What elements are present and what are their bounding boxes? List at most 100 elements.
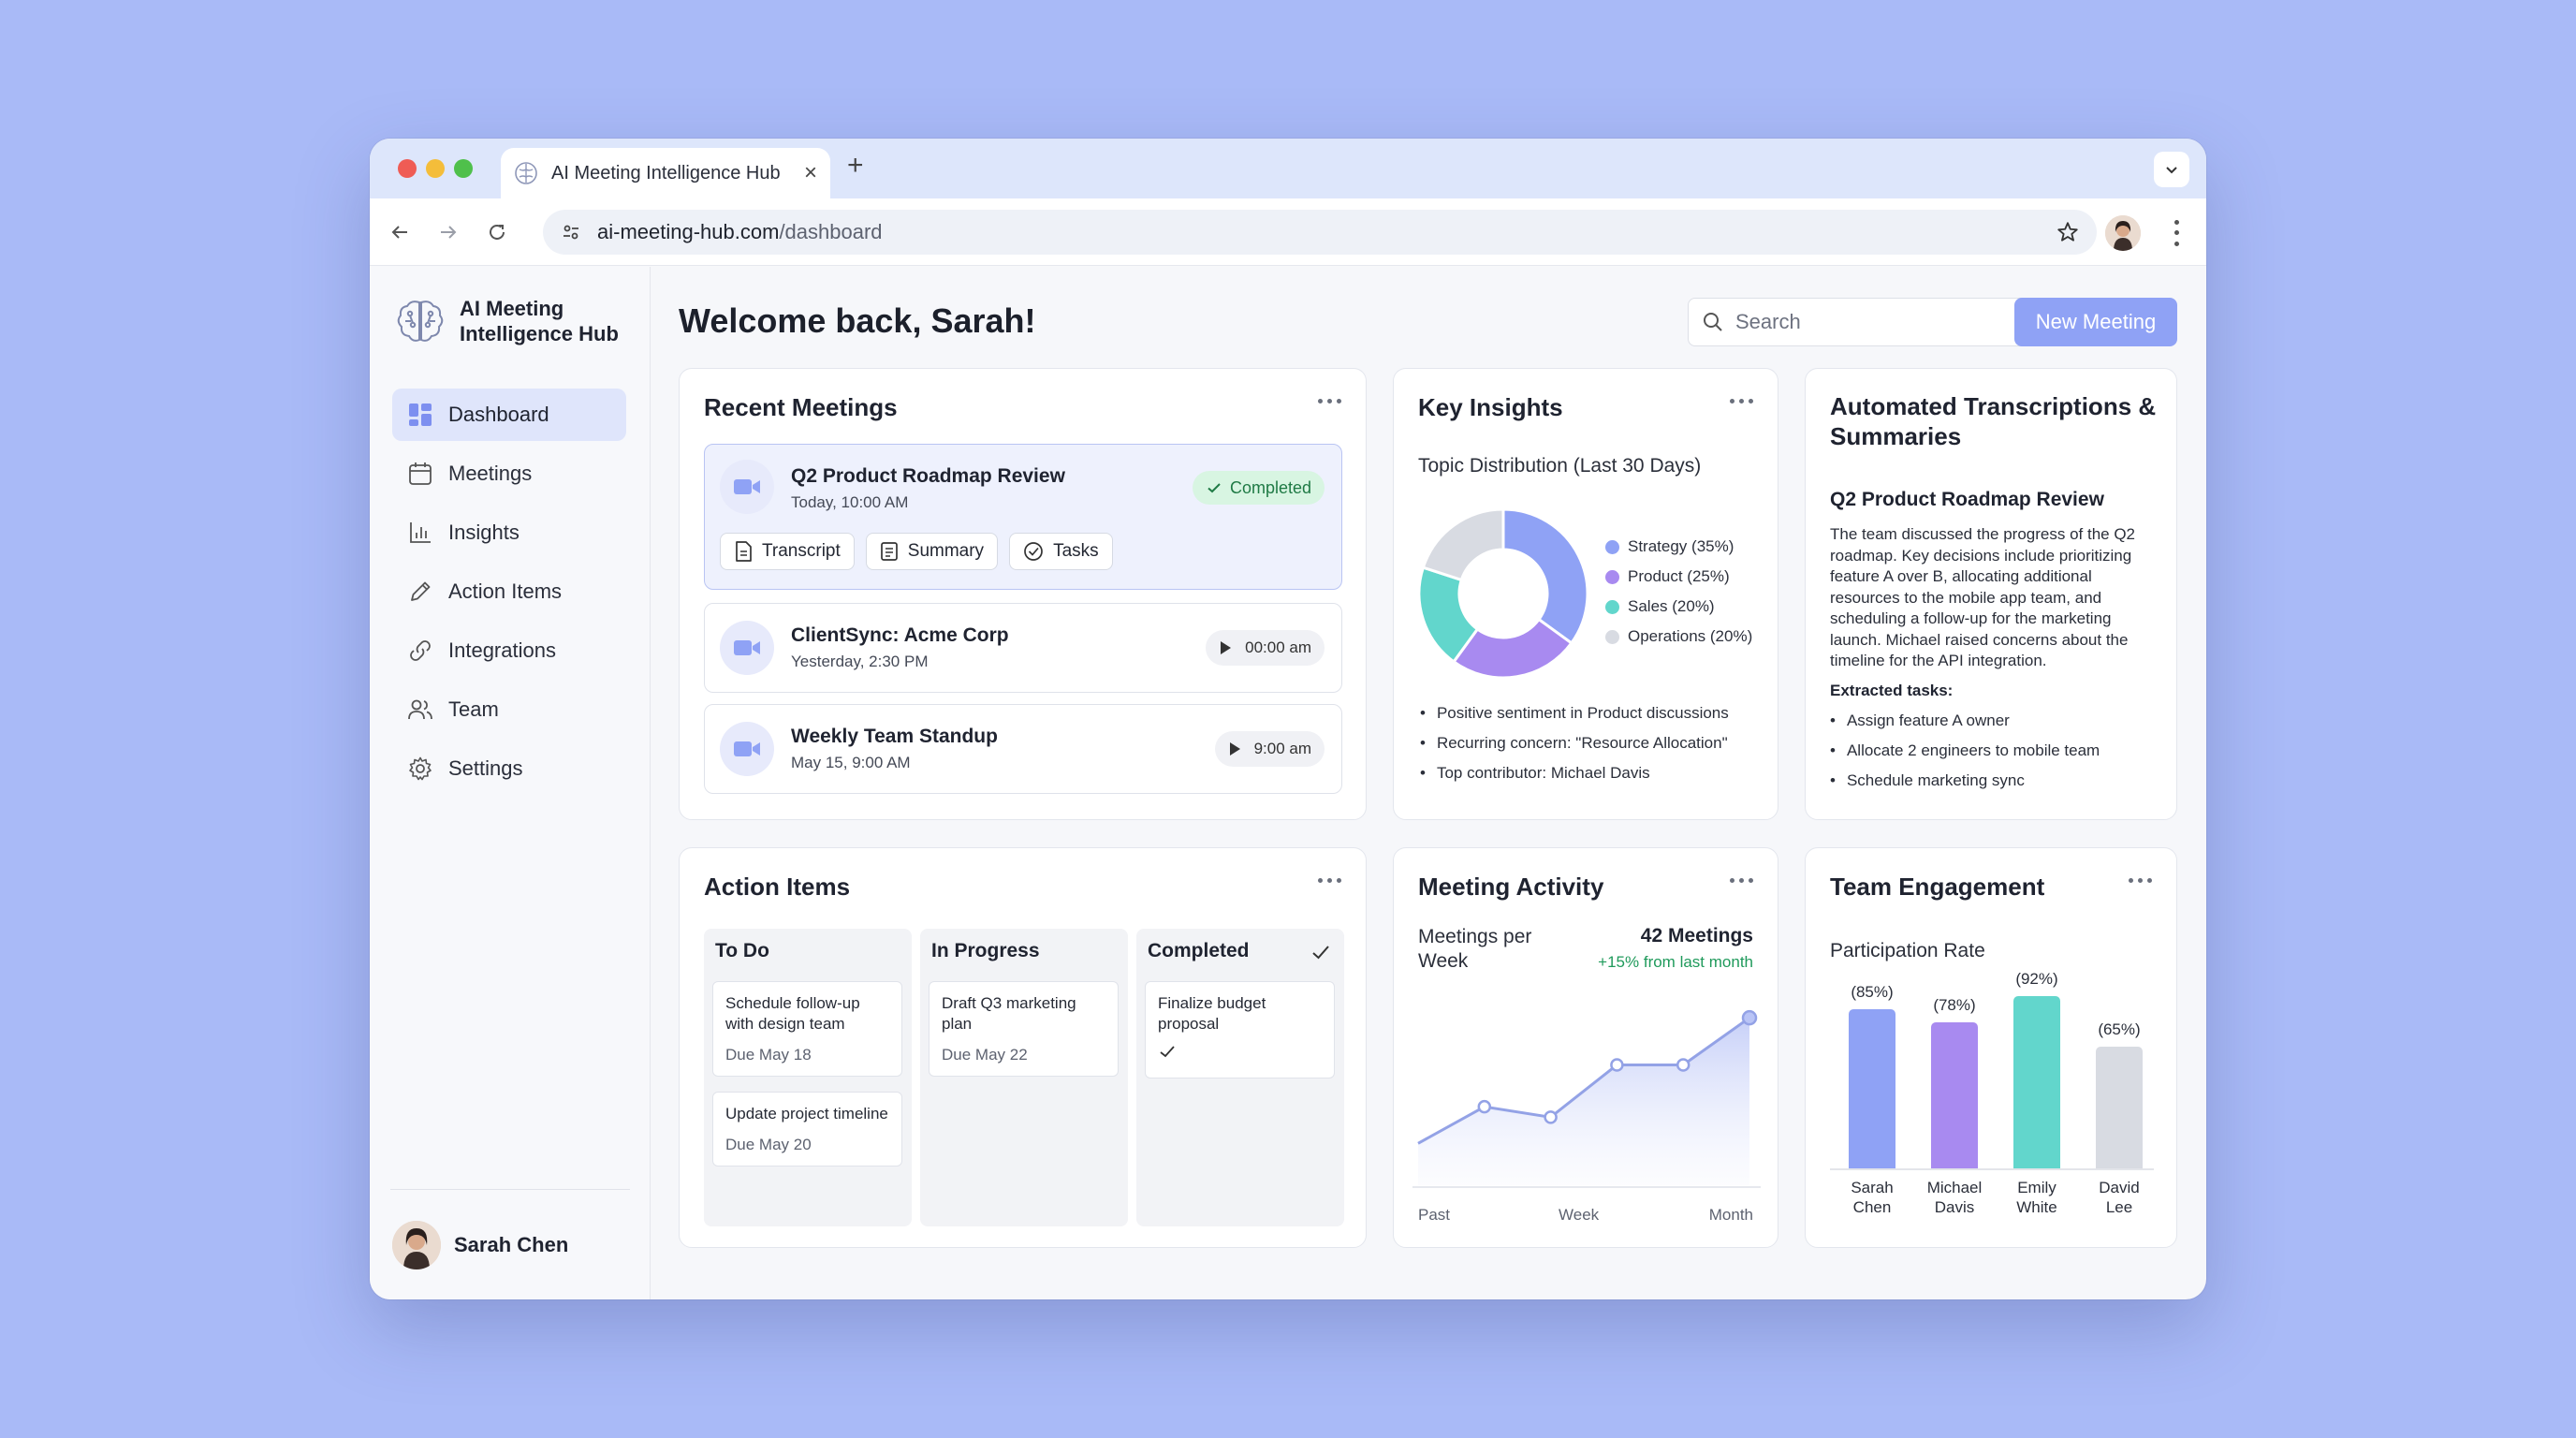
task-card[interactable]: Update project timeline Due May 20 — [712, 1092, 902, 1167]
sidebar-nav: Dashboard Meetings Insights Action Items… — [392, 389, 626, 801]
tasks-button[interactable]: Tasks — [1009, 533, 1113, 570]
tab-search-button[interactable] — [2154, 152, 2189, 187]
task-due: Due May 20 — [725, 1136, 812, 1153]
x-axis-label: Week — [1559, 1206, 1600, 1224]
search-box[interactable] — [1688, 298, 2051, 346]
x-axis-line — [1830, 1168, 2154, 1170]
play-label: 00:00 am — [1245, 638, 1311, 656]
maximize-window-button[interactable] — [454, 159, 473, 178]
activity-area — [1418, 1018, 1749, 1185]
donut-legend: Strategy (35%) Product (25%) Sales (20%)… — [1605, 532, 1752, 652]
task-card[interactable]: Draft Q3 marketing plan Due May 22 — [929, 981, 1119, 1077]
sidebar-user[interactable]: Sarah Chen — [390, 1189, 630, 1299]
back-button[interactable] — [383, 215, 417, 249]
card-title: Automated Transcriptions & Summaries — [1830, 392, 2157, 450]
profile-avatar[interactable] — [2105, 215, 2141, 251]
meeting-time: May 15, 9:00 AM — [791, 754, 911, 771]
chip-label: Transcript — [762, 541, 841, 561]
browser-tab[interactable]: AI Meeting Intelligence Hub × — [501, 148, 830, 198]
legend-item: Strategy (35%) — [1605, 532, 1752, 562]
summary-icon — [880, 542, 898, 561]
meeting-time: Yesterday, 2:30 PM — [791, 653, 929, 670]
new-meeting-button[interactable]: New Meeting — [2014, 298, 2177, 346]
sidebar-item-settings[interactable]: Settings — [392, 742, 626, 795]
sidebar-item-action-items[interactable]: Action Items — [392, 565, 626, 618]
extracted-task: Assign feature A owner — [1830, 706, 2100, 736]
extracted-task: Allocate 2 engineers to mobile team — [1830, 736, 2100, 766]
search-input[interactable] — [1735, 310, 2035, 334]
site-settings-icon — [564, 225, 578, 240]
task-card[interactable]: Finalize budget proposal — [1145, 981, 1335, 1078]
legend-swatch — [1605, 539, 1619, 554]
brand: AI Meeting Intelligence Hub — [394, 295, 628, 347]
meeting-item[interactable]: Q2 Product Roadmap Review Today, 10:00 A… — [704, 444, 1342, 590]
sidebar: AI Meeting Intelligence Hub Dashboard Me… — [370, 267, 651, 1299]
legend-label: Operations (20%) — [1628, 627, 1753, 645]
insight-bullet: Positive sentiment in Product discussion… — [1420, 698, 1729, 728]
recent-meetings-card: Recent Meetings Q2 Product Roadmap Revie… — [679, 368, 1367, 820]
activity-point — [1676, 1058, 1690, 1072]
extracted-task: Schedule marketing sync — [1830, 766, 2100, 796]
bookmark-star-icon[interactable] — [2056, 220, 2080, 244]
new-tab-button[interactable]: + — [847, 152, 864, 180]
status-badge: Completed — [1192, 471, 1325, 505]
sidebar-item-label: Meetings — [448, 462, 533, 485]
column-title: Completed — [1148, 940, 1250, 961]
meeting-actions: Transcript Summary Tasks — [720, 533, 1113, 570]
donut-slice-operations — [1421, 507, 1505, 582]
check-icon — [1160, 1046, 1175, 1058]
arrow-left-icon — [391, 226, 407, 239]
play-icon — [1221, 641, 1232, 654]
minimize-window-button[interactable] — [426, 159, 445, 178]
more-options-button[interactable] — [1318, 399, 1341, 404]
more-options-button[interactable] — [1318, 878, 1341, 883]
reload-button[interactable] — [480, 215, 514, 249]
meeting-item[interactable]: ClientSync: Acme Corp Yesterday, 2:30 PM… — [704, 603, 1342, 693]
topic-donut-chart — [1417, 507, 1589, 680]
card-title: Recent Meetings — [704, 393, 898, 421]
sidebar-item-insights[interactable]: Insights — [392, 506, 626, 559]
more-options-button[interactable] — [1730, 878, 1753, 883]
transcriptions-card: Automated Transcriptions & Summaries Q2 … — [1805, 368, 2177, 820]
brain-logo-icon — [397, 301, 444, 342]
bar-value-label: (78%) — [1933, 996, 1976, 1014]
bar-category-label: Sarah Chen — [1851, 1179, 1894, 1216]
transcript-button[interactable]: Transcript — [720, 533, 855, 570]
chip-label: Tasks — [1053, 541, 1099, 561]
sidebar-item-label: Settings — [448, 756, 523, 780]
legend-swatch — [1605, 629, 1619, 644]
search-icon — [1704, 313, 1722, 331]
close-window-button[interactable] — [398, 159, 417, 178]
kanban-column-in-progress: In Progress Draft Q3 marketing plan Due … — [920, 929, 1128, 1226]
stat-label: Meetings per Week — [1418, 926, 1532, 972]
meeting-item[interactable]: Weekly Team Standup May 15, 9:00 AM 9:00… — [704, 704, 1342, 794]
more-options-button[interactable] — [1730, 399, 1753, 404]
bar-category-label: David Lee — [2099, 1179, 2140, 1216]
sidebar-item-team[interactable]: Team — [392, 683, 626, 736]
browser-toolbar: ai-meeting-hub.com/dashboard — [370, 198, 2206, 266]
extracted-tasks-label: Extracted tasks: — [1830, 682, 1954, 699]
tab-close-icon[interactable]: × — [804, 162, 817, 184]
play-recording-button[interactable]: 00:00 am — [1206, 630, 1325, 666]
legend-label: Sales (20%) — [1628, 597, 1715, 615]
x-axis-label: Past — [1418, 1206, 1451, 1224]
activity-line-chart — [1412, 1009, 1761, 1188]
sidebar-item-dashboard[interactable]: Dashboard — [392, 389, 626, 441]
meeting-name: Q2 Product Roadmap Review — [791, 465, 1065, 487]
legend-item: Operations (20%) — [1605, 622, 1752, 652]
address-bar[interactable]: ai-meeting-hub.com/dashboard — [543, 210, 2097, 255]
insights-subtitle: Topic Distribution (Last 30 Days) — [1418, 455, 1702, 477]
task-card[interactable]: Schedule follow-up with design team Due … — [712, 981, 902, 1077]
browser-menu-button[interactable] — [2167, 217, 2186, 249]
summary-button[interactable]: Summary — [865, 533, 999, 570]
key-insights-card: Key Insights Topic Distribution (Last 30… — [1393, 368, 1778, 820]
meeting-name: Weekly Team Standup — [791, 726, 998, 747]
insight-bullet: Recurring concern: "Resource Allocation" — [1420, 728, 1729, 758]
sidebar-item-meetings[interactable]: Meetings — [392, 448, 626, 500]
extracted-tasks: Assign feature A owner Allocate 2 engine… — [1830, 706, 2100, 796]
forward-button[interactable] — [432, 215, 465, 249]
task-due: Due May 18 — [725, 1046, 812, 1064]
sidebar-item-integrations[interactable]: Integrations — [392, 624, 626, 677]
users-icon — [408, 699, 432, 720]
play-recording-button[interactable]: 9:00 am — [1214, 731, 1325, 767]
